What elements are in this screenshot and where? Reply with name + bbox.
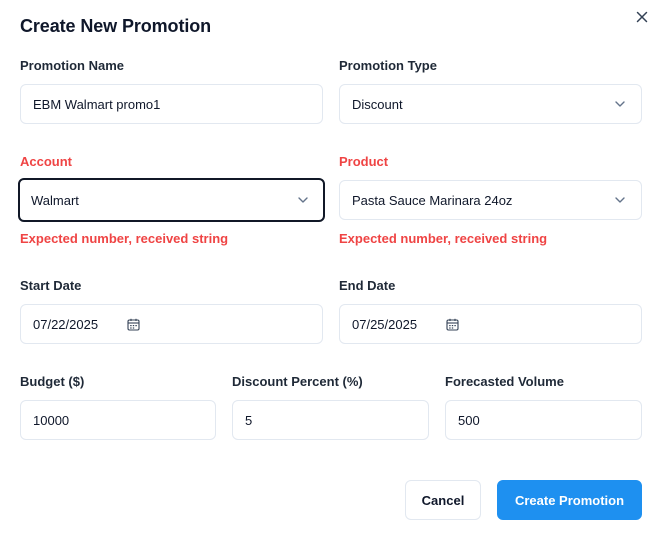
end-date-input[interactable]: 07/25/2025 bbox=[339, 304, 642, 344]
forecasted-volume-input[interactable]: 500 bbox=[445, 400, 642, 440]
start-date-value: 07/22/2025 bbox=[33, 316, 99, 332]
account-label: Account bbox=[20, 154, 72, 169]
chevron-down-icon bbox=[613, 97, 627, 111]
product-value: Pasta Sauce Marinara 24oz bbox=[352, 192, 513, 208]
discount-percent-label: Discount Percent (%) bbox=[232, 374, 363, 389]
discount-percent-input[interactable]: 5 bbox=[232, 400, 429, 440]
budget-input[interactable]: 10000 bbox=[20, 400, 216, 440]
chevron-down-icon bbox=[296, 193, 310, 207]
account-select[interactable]: Walmart bbox=[18, 178, 325, 222]
promotion-type-select[interactable]: Discount bbox=[339, 84, 642, 124]
start-date-label: Start Date bbox=[20, 278, 82, 293]
dialog-title: Create New Promotion bbox=[20, 16, 212, 36]
calendar-icon[interactable] bbox=[126, 317, 140, 331]
forecasted-volume-value: 500 bbox=[458, 412, 480, 428]
create-promotion-dialog: Create New Promotion Promotion Name EBM … bbox=[0, 0, 660, 536]
budget-label: Budget ($) bbox=[20, 374, 85, 389]
account-value: Walmart bbox=[31, 192, 79, 208]
end-date-value: 07/25/2025 bbox=[352, 316, 418, 332]
create-promotion-button[interactable]: Create Promotion bbox=[497, 480, 642, 520]
start-date-input[interactable]: 07/22/2025 bbox=[20, 304, 323, 344]
cancel-button[interactable]: Cancel bbox=[405, 480, 481, 520]
discount-percent-value: 5 bbox=[245, 412, 253, 428]
product-label: Product bbox=[339, 154, 389, 169]
promotion-type-value: Discount bbox=[352, 96, 403, 112]
close-icon bbox=[636, 10, 648, 28]
promotion-name-value: EBM Walmart promo1 bbox=[33, 96, 161, 112]
account-error: Expected number, received string bbox=[20, 231, 229, 246]
promotion-type-label: Promotion Type bbox=[339, 58, 437, 73]
calendar-icon[interactable] bbox=[445, 317, 459, 331]
budget-value: 10000 bbox=[33, 412, 70, 428]
forecasted-volume-label: Forecasted Volume bbox=[445, 374, 564, 389]
promotion-name-input[interactable]: EBM Walmart promo1 bbox=[20, 84, 323, 124]
product-select[interactable]: Pasta Sauce Marinara 24oz bbox=[339, 180, 642, 220]
promotion-name-label: Promotion Name bbox=[20, 58, 125, 73]
chevron-down-icon bbox=[613, 193, 627, 207]
product-error: Expected number, received string bbox=[339, 231, 548, 246]
close-button[interactable] bbox=[632, 9, 652, 29]
end-date-label: End Date bbox=[339, 278, 396, 293]
